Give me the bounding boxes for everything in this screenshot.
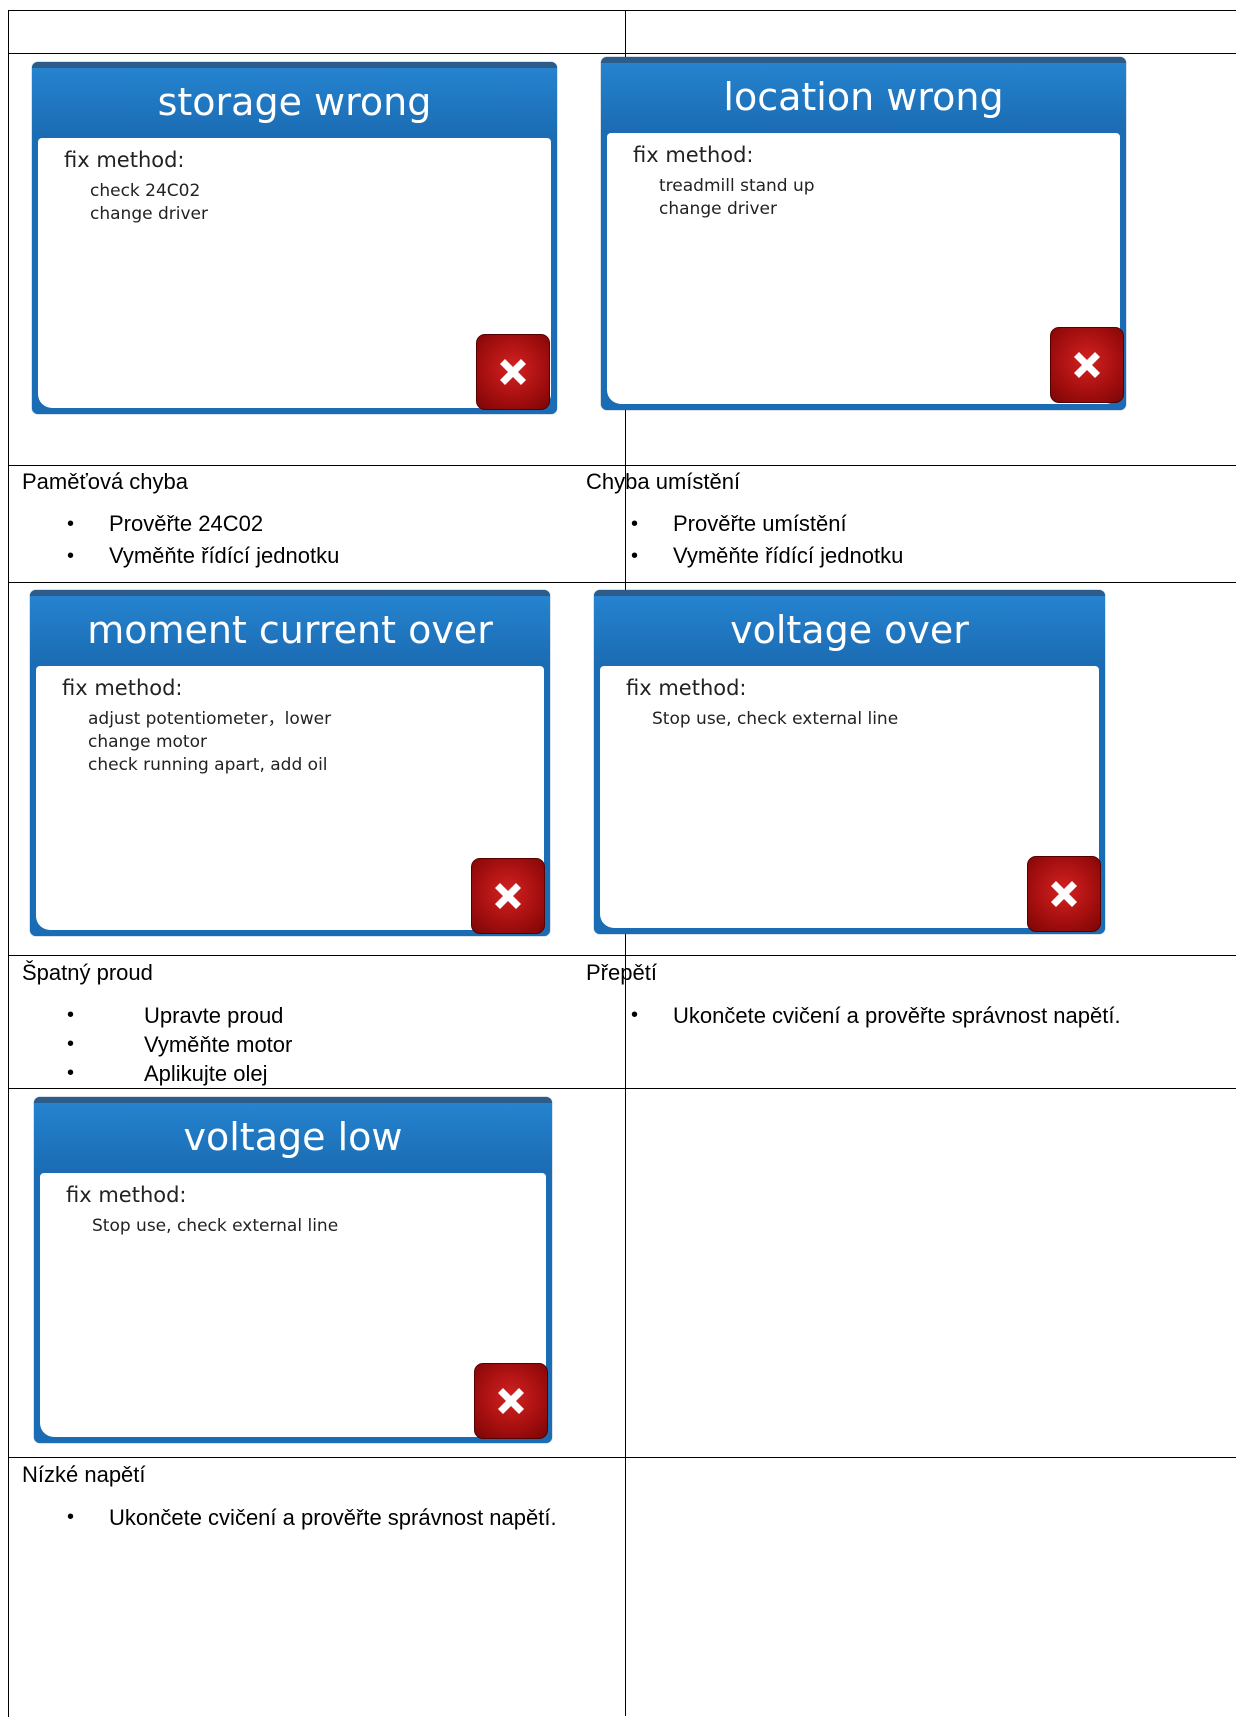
fix-steps: adjust potentiometer，lower change motor …: [88, 708, 331, 777]
screen-title: location wrong: [601, 63, 1126, 131]
fix-method-label: fix method:: [64, 148, 185, 172]
screen-panel: fix method: adjust potentiometer，lower c…: [36, 666, 545, 934]
caption-low-voltage: Nízké napětí Ukončete cvičení a prověřte…: [22, 1459, 562, 1532]
close-button[interactable]: [1050, 327, 1124, 403]
caption-bad-current: Špatný proud Upravte proud Vyměňte motor…: [22, 957, 582, 1088]
fix-step: change driver: [90, 204, 208, 224]
table-divider: [8, 955, 1236, 956]
bullet-item: Vyměňte řídící jednotku: [586, 540, 1146, 572]
close-button[interactable]: [476, 334, 550, 410]
fix-steps: treadmill stand up change driver: [659, 175, 815, 221]
bullet-item: Prověřte 24C02: [22, 508, 582, 540]
fix-method-label: fix method:: [633, 143, 754, 167]
caption-bullets: Ukončete cvičení a prověřte správnost na…: [586, 1001, 1131, 1030]
fix-step: Stop use, check external line: [92, 1216, 339, 1236]
table-divider: [8, 582, 1236, 583]
fix-method-label: fix method:: [626, 676, 747, 700]
fix-step: change motor: [88, 732, 207, 752]
fix-step: adjust potentiometer，lower: [88, 709, 332, 729]
fix-steps: Stop use, check external line: [92, 1215, 338, 1238]
screen-title: storage wrong: [32, 68, 557, 136]
caption-bullets: Upravte proud Vyměňte motor Aplikujte ol…: [22, 1001, 582, 1088]
caption-title: Přepětí: [586, 960, 657, 985]
screen-panel: fix method: treadmill stand up change dr…: [607, 133, 1124, 404]
fix-step: check running apart, add oil: [88, 755, 328, 775]
close-x-icon: [500, 359, 526, 385]
screen-panel: fix method: check 24C02 change driver: [38, 138, 551, 410]
bullet-item: Prověřte umístění: [586, 508, 1146, 540]
fix-method-label: fix method:: [62, 676, 183, 700]
bullet-item: Aplikujte olej: [22, 1059, 582, 1088]
caption-title: Paměťová chyba: [22, 469, 189, 494]
close-button[interactable]: [471, 858, 545, 934]
close-button[interactable]: [1027, 856, 1101, 932]
caption-location-error: Chyba umístění Prověřte umístění Vyměňte…: [586, 466, 1146, 572]
fix-steps: Stop use, check external line: [652, 708, 898, 731]
bullet-item: Vyměňte motor: [22, 1030, 582, 1059]
bullet-item: Ukončete cvičení a prověřte správnost na…: [22, 1503, 562, 1532]
bullet-item: Ukončete cvičení a prověřte správnost na…: [586, 1001, 1131, 1030]
screen-title: moment current over: [30, 596, 550, 664]
screen-panel: fix method: Stop use, check external lin…: [600, 666, 1101, 932]
table-divider: [8, 53, 1236, 54]
error-screen-voltage-over: voltage over fix method: Stop use, check…: [594, 590, 1105, 934]
caption-bullets: Prověřte 24C02 Vyměňte řídící jednotku: [22, 508, 582, 572]
error-screen-storage-wrong: storage wrong fix method: check 24C02 ch…: [32, 62, 557, 414]
close-x-icon: [498, 1388, 524, 1414]
caption-overvoltage: Přepětí Ukončete cvičení a prověřte sprá…: [586, 957, 1131, 1030]
screen-panel: fix method: Stop use, check external lin…: [40, 1173, 548, 1439]
close-x-icon: [495, 883, 521, 909]
caption-memory-error: Paměťová chyba Prověřte 24C02 Vyměňte ří…: [22, 466, 582, 572]
fix-step: check 24C02: [90, 181, 201, 201]
caption-title: Špatný proud: [22, 960, 153, 985]
fix-step: Stop use, check external line: [652, 709, 899, 729]
screen-title: voltage over: [594, 596, 1105, 664]
close-button[interactable]: [474, 1363, 548, 1439]
close-x-icon: [1074, 352, 1100, 378]
table-divider: [8, 1088, 1236, 1089]
fix-step: treadmill stand up: [659, 176, 815, 196]
fix-method-label: fix method:: [66, 1183, 187, 1207]
caption-title: Chyba umístění: [586, 469, 741, 494]
caption-bullets: Ukončete cvičení a prověřte správnost na…: [22, 1503, 562, 1532]
bullet-item: Vyměňte řídící jednotku: [22, 540, 582, 572]
error-screen-voltage-low: voltage low fix method: Stop use, check …: [34, 1097, 552, 1443]
close-x-icon: [1051, 881, 1077, 907]
table-divider: [8, 1457, 1236, 1458]
caption-bullets: Prověřte umístění Vyměňte řídící jednotk…: [586, 508, 1146, 572]
caption-title: Nízké napětí: [22, 1462, 146, 1487]
error-screen-location-wrong: location wrong fix method: treadmill sta…: [601, 57, 1126, 410]
bullet-item: Upravte proud: [22, 1001, 582, 1030]
fix-step: change driver: [659, 199, 777, 219]
fix-steps: check 24C02 change driver: [90, 180, 208, 226]
error-screen-moment-current-over: moment current over fix method: adjust p…: [30, 590, 550, 936]
screen-title: voltage low: [34, 1103, 552, 1171]
